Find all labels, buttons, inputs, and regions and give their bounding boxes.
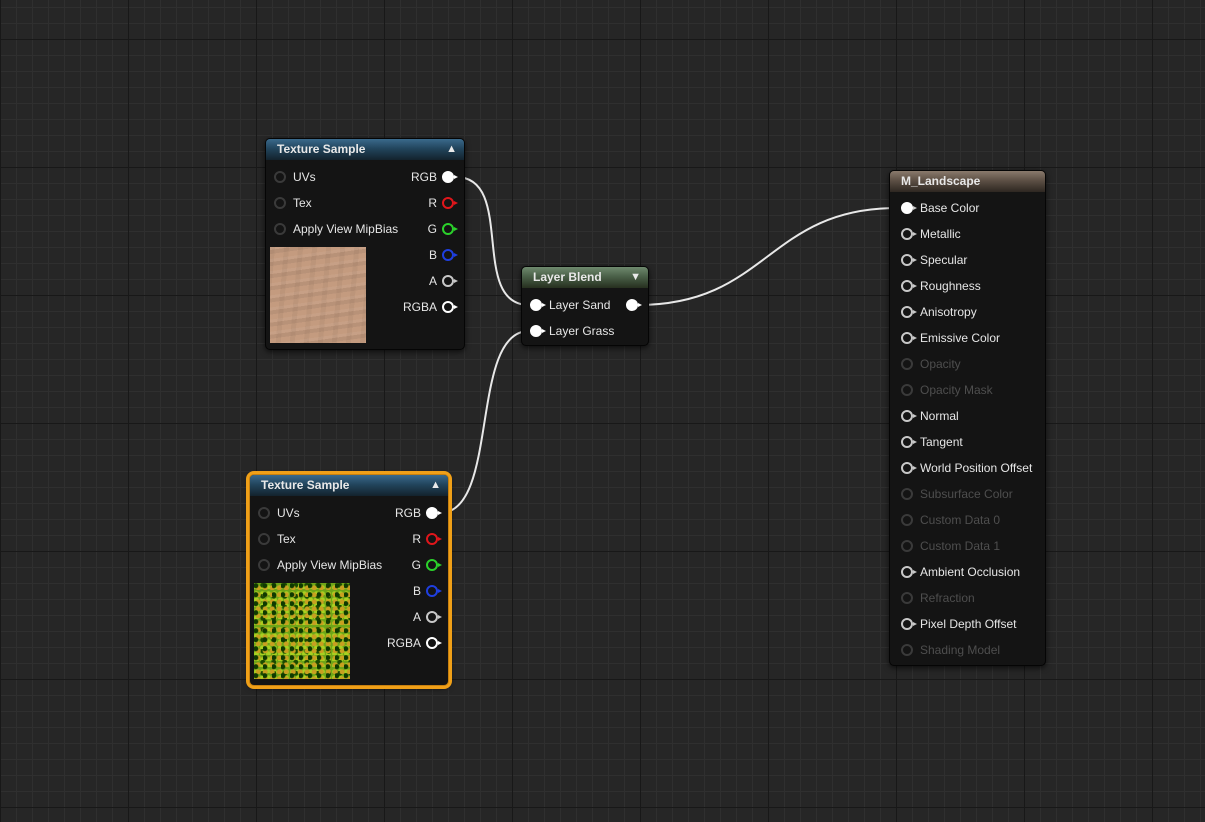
input-pin-custom-data-1	[901, 540, 913, 552]
input-pin-emissive-color[interactable]	[901, 332, 917, 344]
output-pin-rgba[interactable]	[442, 301, 458, 313]
input-pin-custom-data-0	[901, 514, 913, 526]
node-title: Texture Sample	[277, 142, 366, 156]
output-pin-rgba[interactable]	[426, 637, 442, 649]
input-label-pixel-depth-offset: Pixel Depth Offset	[920, 617, 1017, 631]
input-pin-metallic[interactable]	[901, 228, 917, 240]
wire-layer-blend-to-base-color[interactable]	[637, 207, 898, 306]
input-label-tex: Tex	[277, 532, 296, 546]
output-pin-a[interactable]	[426, 611, 442, 623]
input-pin-uvs[interactable]	[258, 507, 270, 519]
input-label-metallic: Metallic	[920, 227, 961, 241]
output-label-r: R	[412, 532, 421, 546]
output-label-rgb: RGB	[394, 506, 421, 520]
input-label-custom-data-1: Custom Data 1	[920, 539, 1001, 553]
input-label-roughness: Roughness	[920, 279, 981, 293]
output-label-b: B	[428, 248, 437, 262]
output-pin-g[interactable]	[426, 559, 442, 571]
input-label-opacity: Opacity	[920, 357, 961, 371]
input-pin-base-color[interactable]	[901, 202, 917, 214]
wire-sand-to-layer-sand[interactable]	[455, 176, 530, 306]
input-label-shading-model: Shading Model	[920, 643, 1001, 657]
node-header[interactable]: Texture Sample ▲	[250, 475, 448, 496]
material-result-node[interactable]: M_Landscape Base Color Metallic Specular Ro…	[889, 170, 1046, 666]
output-pin-rgb[interactable]	[442, 171, 458, 183]
output-pin-b[interactable]	[442, 249, 458, 261]
output-label-g: G	[411, 558, 421, 572]
output-label-a: A	[412, 610, 421, 624]
node-title: Texture Sample	[261, 478, 350, 492]
texture-preview-thumbnail	[254, 583, 350, 679]
texture-sample-node-2[interactable]: Texture Sample ▲ UVs Tex Apply View MipBia…	[249, 474, 449, 686]
input-pin-anisotropy[interactable]	[901, 306, 917, 318]
wire-grass-to-layer-grass[interactable]	[439, 330, 530, 514]
input-label-uvs: UVs	[277, 506, 300, 520]
node-header[interactable]: Texture Sample ▲	[266, 139, 464, 160]
node-header[interactable]: M_Landscape	[890, 171, 1045, 192]
output-label-g: G	[427, 222, 437, 236]
input-pin-layer-grass[interactable]	[530, 325, 546, 337]
input-label-apply-view-mipbias: Apply View MipBias	[277, 558, 383, 572]
input-pin-tex[interactable]	[258, 533, 270, 545]
input-label-base-color: Base Color	[920, 201, 980, 215]
input-pin-uvs[interactable]	[274, 171, 286, 183]
output-pin-rgb[interactable]	[426, 507, 442, 519]
input-label-tangent: Tangent	[920, 435, 963, 449]
input-pin-ambient-occlusion[interactable]	[901, 566, 917, 578]
input-label-layer-grass: Layer Grass	[549, 324, 615, 338]
input-label-apply-view-mipbias: Apply View MipBias	[293, 222, 399, 236]
chevron-up-icon[interactable]: ▲	[446, 139, 457, 160]
output-label-r: R	[428, 196, 437, 210]
input-label-normal: Normal	[920, 409, 959, 423]
input-label-tex: Tex	[293, 196, 312, 210]
input-label-emissive-color: Emissive Color	[920, 331, 1001, 345]
input-pin-normal[interactable]	[901, 410, 917, 422]
input-label-subsurface-color: Subsurface Color	[920, 487, 1013, 501]
input-pin-refraction	[901, 592, 913, 604]
output-pin-layer-blend[interactable]	[626, 299, 642, 311]
input-label-refraction: Refraction	[920, 591, 975, 605]
input-pin-shading-model	[901, 644, 913, 656]
input-label-world-position-offset: World Position Offset	[920, 461, 1033, 475]
input-label-opacity-mask: Opacity Mask	[920, 383, 993, 397]
output-label-a: A	[428, 274, 437, 288]
input-pin-tangent[interactable]	[901, 436, 917, 448]
input-pin-pixel-depth-offset[interactable]	[901, 618, 917, 630]
input-pin-subsurface-color	[901, 488, 913, 500]
texture-preview-thumbnail	[270, 247, 366, 343]
output-pin-a[interactable]	[442, 275, 458, 287]
input-label-uvs: UVs	[293, 170, 316, 184]
input-label-anisotropy: Anisotropy	[920, 305, 977, 319]
layer-blend-node[interactable]: Layer Blend ▼ Layer Sand Layer Grass	[521, 266, 649, 346]
output-label-rgb: RGB	[410, 170, 437, 184]
input-label-ambient-occlusion: Ambient Occlusion	[920, 565, 1021, 579]
input-pin-tex[interactable]	[274, 197, 286, 209]
output-pin-r[interactable]	[442, 197, 458, 209]
input-pin-apply-view-mipbias[interactable]	[274, 223, 286, 235]
texture-sample-node-1[interactable]: Texture Sample ▲ UVs Tex Apply View MipBia…	[265, 138, 465, 350]
input-pin-layer-sand[interactable]	[530, 299, 546, 311]
input-pin-opacity	[901, 358, 913, 370]
input-label-layer-sand: Layer Sand	[549, 298, 611, 312]
output-pin-r[interactable]	[426, 533, 442, 545]
input-label-specular: Specular	[920, 253, 968, 267]
output-pin-b[interactable]	[426, 585, 442, 597]
node-header[interactable]: Layer Blend ▼	[522, 267, 648, 288]
output-label-b: B	[412, 584, 421, 598]
input-pin-opacity-mask	[901, 384, 913, 396]
input-pin-specular[interactable]	[901, 254, 917, 266]
input-pin-roughness[interactable]	[901, 280, 917, 292]
node-title: M_Landscape	[901, 174, 981, 188]
input-label-custom-data-0: Custom Data 0	[920, 513, 1001, 527]
node-title: Layer Blend	[533, 270, 602, 284]
chevron-up-icon[interactable]: ▲	[430, 475, 441, 496]
output-label-rgba: RGBA	[386, 636, 421, 650]
output-label-rgba: RGBA	[402, 300, 437, 314]
input-pin-apply-view-mipbias[interactable]	[258, 559, 270, 571]
output-pin-g[interactable]	[442, 223, 458, 235]
chevron-down-icon[interactable]: ▼	[630, 267, 641, 288]
input-pin-world-position-offset[interactable]	[901, 462, 917, 474]
